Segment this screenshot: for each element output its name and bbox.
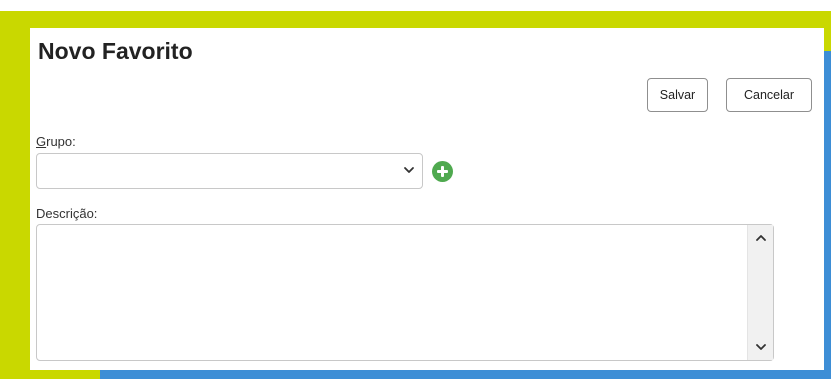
- cancel-button[interactable]: Cancelar: [726, 78, 812, 112]
- chevron-down-icon: [404, 167, 414, 173]
- save-button-label: Salvar: [659, 88, 696, 102]
- save-button[interactable]: Salvar: [647, 78, 708, 112]
- descricao-textarea[interactable]: [36, 224, 774, 361]
- frame-border-top: [0, 11, 831, 28]
- descricao-label: Descrição:: [36, 206, 98, 221]
- frame-border-bottom-blue: [100, 370, 831, 379]
- add-group-plus-icon[interactable]: [432, 161, 453, 182]
- textarea-scrollbar[interactable]: [747, 225, 773, 360]
- grupo-label: Grupo:: [36, 134, 76, 149]
- scroll-down-arrow-icon[interactable]: [754, 340, 768, 354]
- scroll-up-arrow-icon[interactable]: [754, 231, 768, 245]
- grupo-select[interactable]: [36, 153, 423, 189]
- dialog-title: Novo Favorito: [38, 38, 193, 64]
- frame-border-right-blue: [824, 51, 831, 379]
- cancel-button-label: Cancelar: [743, 88, 795, 102]
- frame-border-left: [0, 11, 30, 379]
- new-favorite-dialog: Novo Favorito Salvar Cancelar Grupo: Des…: [30, 28, 824, 370]
- frame-border-bottom-lime: [0, 370, 100, 379]
